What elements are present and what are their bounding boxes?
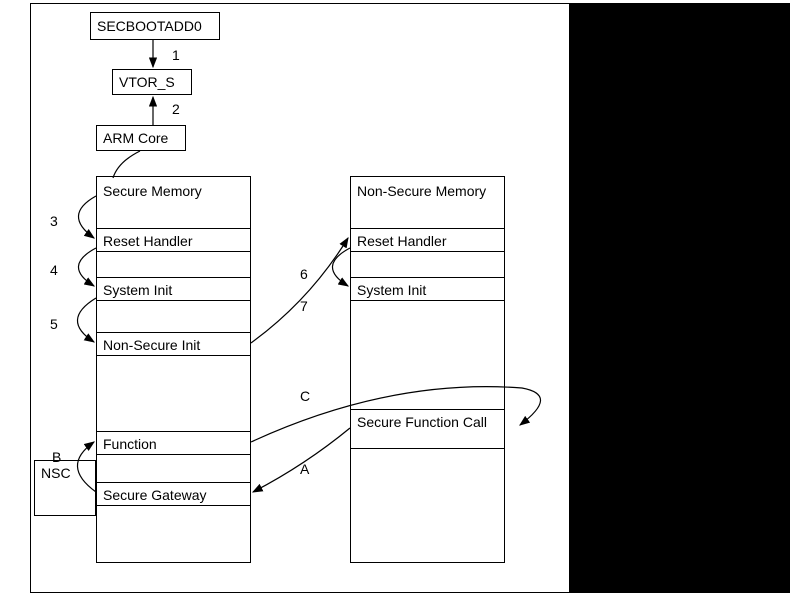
step-5-label: 5: [50, 316, 58, 332]
nsc-box: NSC: [34, 460, 96, 516]
secure-reset-handler: Reset Handler: [97, 228, 250, 252]
step-4-label: 4: [50, 262, 58, 278]
secbootadd0-box: SECBOOTADD0: [90, 12, 220, 40]
nonsecure-system-init: System Init: [351, 277, 504, 301]
step-3-label: 3: [50, 213, 58, 229]
vtor-s-box: VTOR_S: [112, 69, 192, 95]
secure-function-call: Secure Function Call: [351, 409, 504, 449]
nonsecure-system-init-text: System Init: [357, 282, 426, 298]
nonsecure-memory-column: Non-Secure Memory Reset Handler System I…: [350, 176, 505, 563]
step-2-label: 2: [172, 101, 180, 117]
secure-gateway: Secure Gateway: [97, 482, 250, 506]
secure-function: Function: [97, 431, 250, 455]
secure-memory-header: Secure Memory: [97, 177, 250, 221]
arm-core-label: ARM Core: [103, 130, 168, 146]
secure-function-text: Function: [103, 436, 157, 452]
secure-system-init-text: System Init: [103, 282, 172, 298]
secure-memory-column: Secure Memory Reset Handler System Init …: [96, 176, 251, 563]
step-C-label: C: [300, 388, 310, 404]
secure-memory-header-text: Secure Memory: [103, 183, 202, 199]
step-A-label: A: [300, 461, 309, 477]
secure-reset-handler-text: Reset Handler: [103, 233, 193, 249]
step-B-label: B: [52, 449, 61, 465]
vtor-s-label: VTOR_S: [119, 74, 175, 90]
non-secure-init: Non-Secure Init: [97, 332, 250, 356]
nonsecure-memory-header: Non-Secure Memory: [351, 177, 504, 221]
arm-core-box: ARM Core: [96, 125, 186, 151]
nonsecure-reset-handler: Reset Handler: [351, 228, 504, 252]
step-7-label: 7: [300, 298, 308, 314]
right-black-region: [570, 3, 790, 593]
secure-gateway-text: Secure Gateway: [103, 487, 207, 503]
non-secure-init-text: Non-Secure Init: [103, 337, 200, 353]
secure-system-init: System Init: [97, 277, 250, 301]
secbootadd0-label: SECBOOTADD0: [97, 18, 202, 34]
step-6-label: 6: [300, 266, 308, 282]
secure-function-call-text: Secure Function Call: [357, 414, 487, 430]
step-1-label: 1: [172, 47, 180, 63]
nsc-label: NSC: [41, 465, 71, 481]
nonsecure-reset-handler-text: Reset Handler: [357, 233, 447, 249]
nonsecure-memory-header-text: Non-Secure Memory: [357, 183, 486, 199]
